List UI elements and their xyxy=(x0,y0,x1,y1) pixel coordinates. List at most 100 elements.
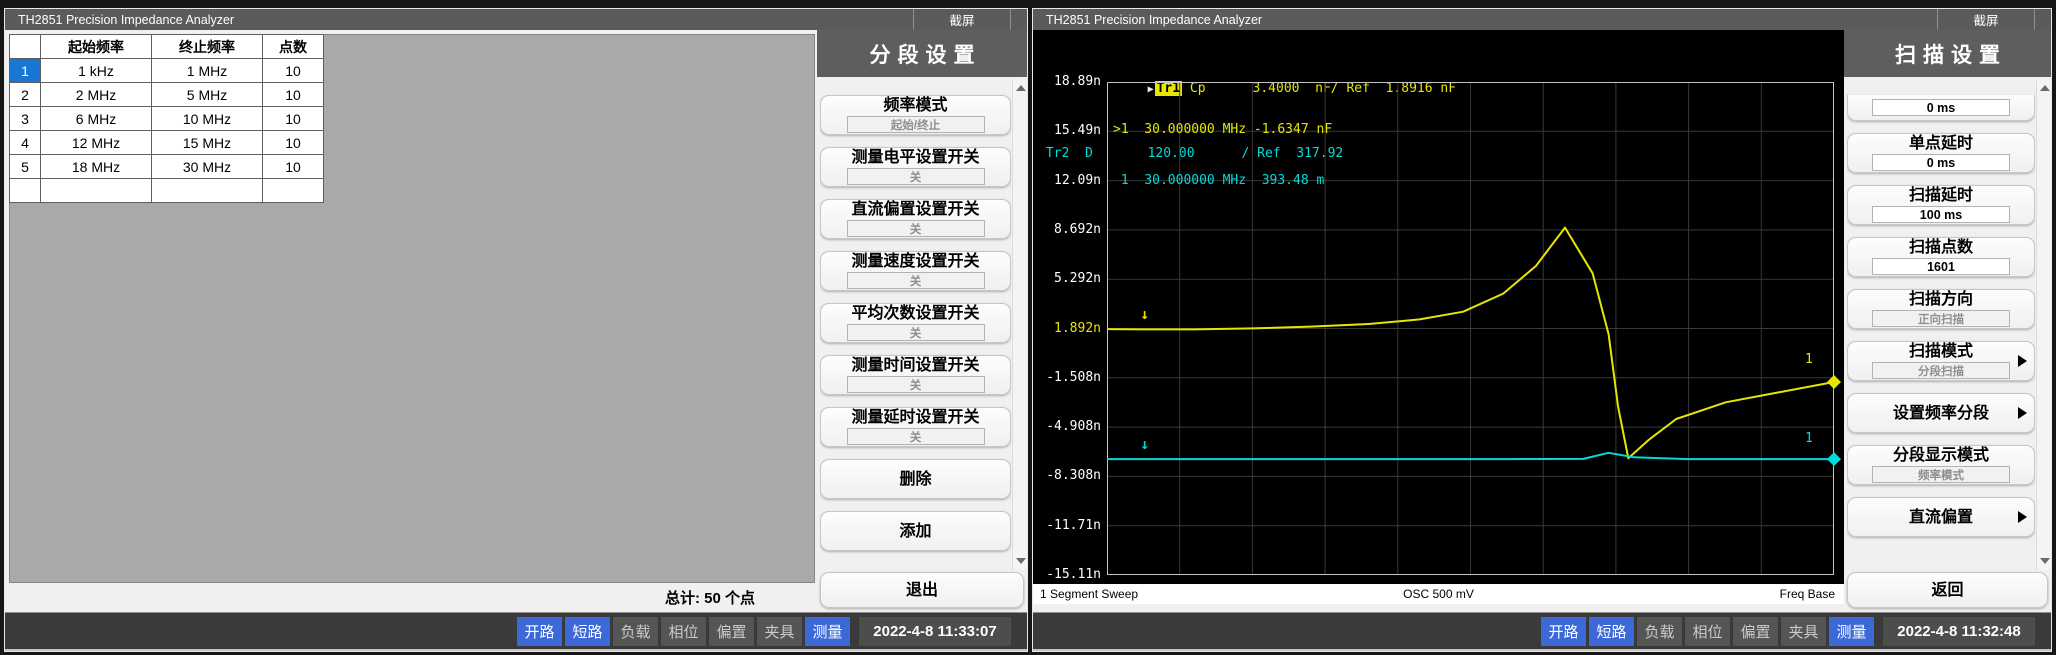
table-row[interactable]: 518 MHz30 MHz10 xyxy=(10,155,324,179)
row-index-cell[interactable]: 5 xyxy=(10,155,41,179)
button-value-box[interactable]: 0 ms xyxy=(1872,99,2010,116)
button-value-box[interactable]: 1601 xyxy=(1872,258,2010,275)
button-title: 频率模式 xyxy=(883,97,947,114)
segment-panel-button-7[interactable]: 测量延时设置开关关 xyxy=(820,407,1011,447)
segment-panel-button-8[interactable]: 删除 xyxy=(820,459,1011,499)
table-cell[interactable]: 10 xyxy=(263,107,324,131)
table-cell[interactable]: 6 MHz xyxy=(41,107,152,131)
screenshot-button[interactable]: 截屏 xyxy=(913,9,1011,30)
status-button-7[interactable]: 测量 xyxy=(805,617,850,646)
sweep-panel-button-4[interactable]: 扫描点数 1601 xyxy=(1847,237,2035,277)
scroll-up-icon[interactable] xyxy=(1016,85,1026,91)
table-cell[interactable]: 10 MHz xyxy=(152,107,263,131)
sweep-panel-button-5[interactable]: 扫描方向正向扫描 xyxy=(1847,289,2035,329)
button-title: 设置频率分段 xyxy=(1893,405,1989,422)
table-cell[interactable]: 2 MHz xyxy=(41,83,152,107)
table-cell[interactable]: 15 MHz xyxy=(152,131,263,155)
table-row[interactable] xyxy=(10,179,324,203)
status-button-7[interactable]: 测量 xyxy=(1829,617,1874,646)
status-button-3[interactable]: 负载 xyxy=(1637,617,1682,646)
row-index-cell[interactable] xyxy=(10,179,41,203)
status-button-1[interactable]: 开路 xyxy=(1541,617,1586,646)
table-cell[interactable] xyxy=(41,179,152,203)
button-value-box[interactable]: 0 ms xyxy=(1872,154,2010,171)
status-button-2[interactable]: 短路 xyxy=(565,617,610,646)
y-axis-tick-label: 18.89n xyxy=(1033,74,1101,89)
table-cell[interactable]: 18 MHz xyxy=(41,155,152,179)
table-row[interactable]: 22 MHz5 MHz10 xyxy=(10,83,324,107)
button-value-box: 频率模式 xyxy=(1872,466,2010,483)
screenshot-button[interactable]: 截屏 xyxy=(1937,9,2035,30)
table-cell[interactable]: 1 MHz xyxy=(152,59,263,83)
table-row[interactable]: 412 MHz15 MHz10 xyxy=(10,131,324,155)
segment-panel-button-2[interactable]: 测量电平设置开关关 xyxy=(820,147,1011,187)
segment-panel-button-1[interactable]: 频率模式起始/终止 xyxy=(820,95,1011,135)
status-button-6[interactable]: 夹具 xyxy=(1781,617,1826,646)
status-button-3[interactable]: 负载 xyxy=(613,617,658,646)
chart-area: ▶Tr1 Cp 3.4000 nF/ Ref 1.8916 nF Tr2 D 1… xyxy=(1033,30,1844,584)
y-axis-tick-label: -1.508n xyxy=(1033,370,1101,385)
titlebar: TH2851 Precision Impedance Analyzer 截屏 xyxy=(1033,9,2051,30)
status-button-6[interactable]: 夹具 xyxy=(757,617,802,646)
table-row[interactable]: 11 kHz1 MHz10 xyxy=(10,59,324,83)
arrow-right-icon xyxy=(2018,511,2027,523)
chart-gap xyxy=(1033,604,1844,612)
status-button-5[interactable]: 偏置 xyxy=(709,617,754,646)
y-axis-tick-label: 15.49n xyxy=(1033,123,1101,138)
sweep-panel-button-2[interactable]: 单点延时0 ms xyxy=(1847,133,2035,173)
table-row[interactable]: 36 MHz10 MHz10 xyxy=(10,107,324,131)
freq-base-label: Freq Base xyxy=(1780,587,1835,601)
button-value-box: 正向扫描 xyxy=(1872,310,2010,327)
row-index-cell[interactable]: 3 xyxy=(10,107,41,131)
segment-panel-button-3[interactable]: 直流偏置设置开关关 xyxy=(820,199,1011,239)
sweep-panel-button-1[interactable]: 0 ms xyxy=(1847,95,2035,121)
panel-scrollbar[interactable] xyxy=(1012,79,1027,570)
window-bottom-edge xyxy=(1033,649,2051,651)
button-value-box[interactable]: 100 ms xyxy=(1872,206,2010,223)
total-strip: 总计: 50 个点 xyxy=(5,583,817,612)
sweep-panel-button-8[interactable]: 分段显示模式频率模式 xyxy=(1847,445,2035,485)
segment-panel-button-6[interactable]: 测量时间设置开关关 xyxy=(820,355,1011,395)
table-cell[interactable]: 10 xyxy=(263,131,324,155)
button-title: 直流偏置 xyxy=(1909,509,1973,526)
button-title: 测量速度设置开关 xyxy=(851,253,979,270)
row-index-cell[interactable]: 4 xyxy=(10,131,41,155)
table-cell[interactable]: 10 xyxy=(263,83,324,107)
table-cell[interactable] xyxy=(152,179,263,203)
table-cell[interactable]: 1 kHz xyxy=(41,59,152,83)
panel-title: 分段设置 xyxy=(817,30,1027,77)
scroll-down-icon[interactable] xyxy=(2040,558,2050,564)
segment-setup-panel: 分段设置 频率模式起始/终止测量电平设置开关关直流偏置设置开关关测量速度设置开关… xyxy=(817,30,1027,612)
button-title: 扫描点数 xyxy=(1909,239,1973,256)
sweep-settings-window: TH2851 Precision Impedance Analyzer 截屏 ▶… xyxy=(1032,8,2052,652)
panel-scrollbar[interactable] xyxy=(2036,79,2051,570)
segment-panel-button-4[interactable]: 测量速度设置开关关 xyxy=(820,251,1011,291)
sweep-panel-button-7[interactable]: 设置频率分段 xyxy=(1847,393,2035,433)
status-button-5[interactable]: 偏置 xyxy=(1733,617,1778,646)
segment-panel-button-9[interactable]: 添加 xyxy=(820,511,1011,551)
row-index-cell[interactable]: 1 xyxy=(10,59,41,83)
chart-status-line: 1 Segment Sweep OSC 500 mV Freq Base xyxy=(1033,584,1844,604)
marker1-number: 1 xyxy=(1805,352,1813,367)
sweep-panel-button-9[interactable]: 直流偏置 xyxy=(1847,497,2035,537)
back-button[interactable]: 返回 xyxy=(1847,572,2048,608)
row-index-cell[interactable]: 2 xyxy=(10,83,41,107)
table-cell[interactable]: 5 MHz xyxy=(152,83,263,107)
sweep-panel-button-3[interactable]: 扫描延时 100 ms xyxy=(1847,185,2035,225)
table-cell[interactable] xyxy=(263,179,324,203)
exit-button[interactable]: 退出 xyxy=(820,572,1024,608)
scroll-up-icon[interactable] xyxy=(2040,85,2050,91)
table-cell[interactable]: 10 xyxy=(263,155,324,179)
table-cell[interactable]: 10 xyxy=(263,59,324,83)
segment-panel-button-5[interactable]: 平均次数设置开关关 xyxy=(820,303,1011,343)
status-button-1[interactable]: 开路 xyxy=(517,617,562,646)
sweep-panel-button-6[interactable]: 扫描模式分段扫描 xyxy=(1847,341,2035,381)
scroll-down-icon[interactable] xyxy=(1016,558,1026,564)
status-button-2[interactable]: 短路 xyxy=(1589,617,1634,646)
table-cell[interactable]: 12 MHz xyxy=(41,131,152,155)
table-cell[interactable]: 30 MHz xyxy=(152,155,263,179)
status-button-4[interactable]: 相位 xyxy=(1685,617,1730,646)
button-title: 扫描延时 xyxy=(1909,187,1973,204)
status-button-4[interactable]: 相位 xyxy=(661,617,706,646)
clock: 2022-4-8 11:32:48 xyxy=(1883,617,2035,646)
